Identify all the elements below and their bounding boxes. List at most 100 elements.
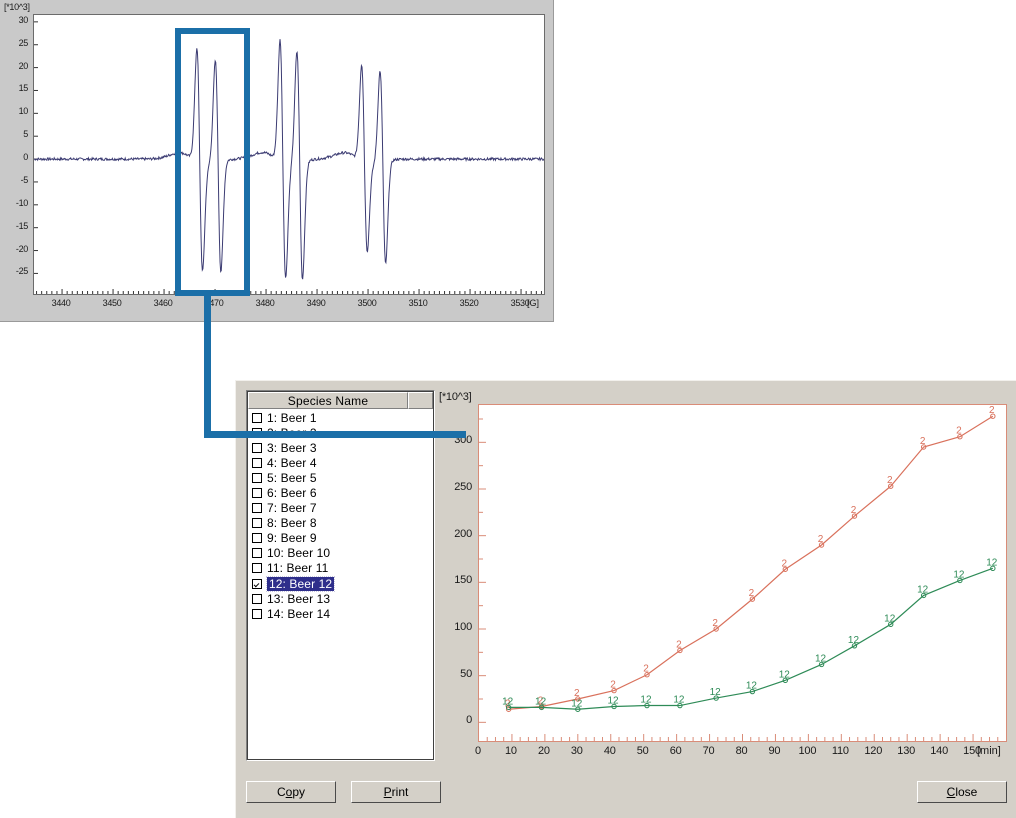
species-checkbox[interactable] [252,533,262,544]
epr-x-axis-unit: [G] [527,298,540,308]
copy-button[interactable]: Co py [246,781,336,803]
species-checkbox[interactable] [252,457,262,468]
svg-text:12: 12 [535,696,547,707]
epr-y-tick-label: 0 [23,152,28,163]
epr-y-tick-label: -20 [15,243,28,254]
epr-y-tick-label: -15 [15,220,28,231]
epr-y-tick-label: 15 [18,83,29,94]
species-checkbox[interactable] [252,412,262,423]
svg-text:2: 2 [712,618,718,629]
chart-y-tick-label: 250 [454,481,472,493]
list-item[interactable]: 10: Beer 10 [249,546,432,561]
svg-text:12: 12 [502,696,514,707]
species-label: 8: Beer 8 [267,516,317,531]
chart-y-axis-unit: [*10^3] [439,391,472,403]
chart-x-tick-label: 140 [930,745,948,757]
epr-y-tick-label: 10 [18,106,29,117]
chart-x-tick-label: 90 [768,745,781,757]
species-checkbox[interactable] [252,503,262,514]
epr-x-tick-label: 3440 [51,298,71,308]
svg-text:12: 12 [640,695,652,706]
chart-x-tick-label: 100 [798,745,817,757]
list-item[interactable]: 14: Beer 14 [249,606,432,621]
svg-text:2: 2 [818,534,824,545]
print-button[interactable]: Print [351,781,441,803]
species-kinetics-dialog: Species Name 1: Beer 12: Beer 23: Beer 3… [235,380,1016,818]
list-item[interactable]: 7: Beer 7 [249,501,432,516]
epr-plot-area[interactable] [33,14,545,295]
epr-x-tick-label: 3450 [102,298,122,308]
species-checkbox[interactable] [252,518,262,529]
epr-y-tick-label: 5 [23,129,28,140]
species-label: 5: Beer 5 [267,470,317,485]
close-button[interactable]: Close [917,781,1007,803]
list-item[interactable]: 8: Beer 8 [249,516,432,531]
species-label: 1: Beer 1 [267,410,317,425]
list-item[interactable]: 1: Beer 1 [249,410,432,425]
chart-y-tick-label: 0 [466,714,472,727]
epr-y-axis-unit: [*10^3] [4,2,30,12]
svg-text:2: 2 [989,405,995,416]
svg-text:12: 12 [746,681,758,692]
list-item[interactable]: 6: Beer 6 [249,485,432,500]
svg-text:2: 2 [887,475,893,486]
callout-connector-vertical [204,290,211,438]
chart-x-tick-label: 70 [702,745,715,757]
svg-text:12: 12 [917,584,929,595]
chart-x-tick-label: 20 [537,745,550,757]
svg-text:2: 2 [643,664,649,675]
column-header-extra[interactable] [408,392,433,409]
species-checkbox[interactable] [252,608,262,619]
species-checkbox[interactable] [252,488,262,499]
svg-text:2: 2 [782,558,788,569]
epr-x-tick-label: 3520 [459,298,479,308]
list-item[interactable]: 3: Beer 3 [249,440,432,455]
epr-x-tick-label: 3470 [204,298,224,308]
callout-highlight-rectangle [175,28,250,296]
svg-text:12: 12 [953,569,965,580]
chart-x-tick-label: 130 [897,745,916,757]
epr-y-tick-label: 20 [18,60,29,71]
chart-x-tick-label: 10 [505,745,517,757]
chart-x-tick-label: 110 [831,745,849,757]
list-item[interactable]: 12: Beer 12 [249,575,432,592]
kinetics-plot-area[interactable]: 2 2 2 2 2 2 2 2 2 2 2 2 2 2 2 12 12 12 12 12 12 12 12 12 12 12 12 1… [478,404,1007,742]
list-item[interactable]: 9: Beer 9 [249,531,432,546]
svg-text:12: 12 [779,669,791,680]
chart-x-tick-label: 80 [735,745,748,757]
list-item[interactable]: 5: Beer 5 [249,470,432,485]
epr-y-tick-label: 25 [18,37,29,48]
chart-y-tick-label: 50 [460,667,472,680]
epr-x-tick-label: 3490 [306,298,326,308]
species-list-box[interactable]: Species Name 1: Beer 12: Beer 23: Beer 3… [246,390,435,761]
svg-text:12: 12 [848,635,860,646]
species-checkbox[interactable] [252,578,262,589]
svg-text:12: 12 [673,695,685,706]
callout-connector-horizontal [204,431,466,438]
species-checkbox[interactable] [252,548,262,559]
svg-text:12: 12 [607,695,619,706]
epr-y-tick-label: 30 [18,14,29,25]
chart-x-tick-label: 0 [475,745,481,757]
epr-y-tick-label: -25 [15,266,28,277]
list-item[interactable]: 4: Beer 4 [249,455,432,470]
svg-text:2: 2 [610,680,616,691]
species-checkbox[interactable] [252,563,262,574]
species-list-rows[interactable]: 1: Beer 12: Beer 23: Beer 34: Beer 45: B… [249,410,432,758]
svg-text:12: 12 [884,613,896,624]
svg-text:12: 12 [986,557,998,568]
species-checkbox[interactable] [252,593,262,604]
species-checkbox[interactable] [252,442,262,453]
svg-text:2: 2 [676,639,682,650]
column-header-species-name[interactable]: Species Name [248,392,408,409]
svg-text:2: 2 [851,505,857,516]
kinetics-chart-svg: 2 2222222222222212 12 12 12 12 121212121212121… [479,405,999,741]
list-item[interactable]: 13: Beer 13 [249,591,432,606]
svg-text:2: 2 [749,588,755,599]
epr-trace-svg [34,21,544,294]
list-item[interactable]: 11: Beer 11 [249,561,432,576]
epr-x-tick-label: 3500 [357,298,377,308]
epr-x-tick-label: 3510 [408,298,428,308]
species-label: 12: Beer 12 [265,575,336,592]
species-checkbox[interactable] [252,472,262,483]
